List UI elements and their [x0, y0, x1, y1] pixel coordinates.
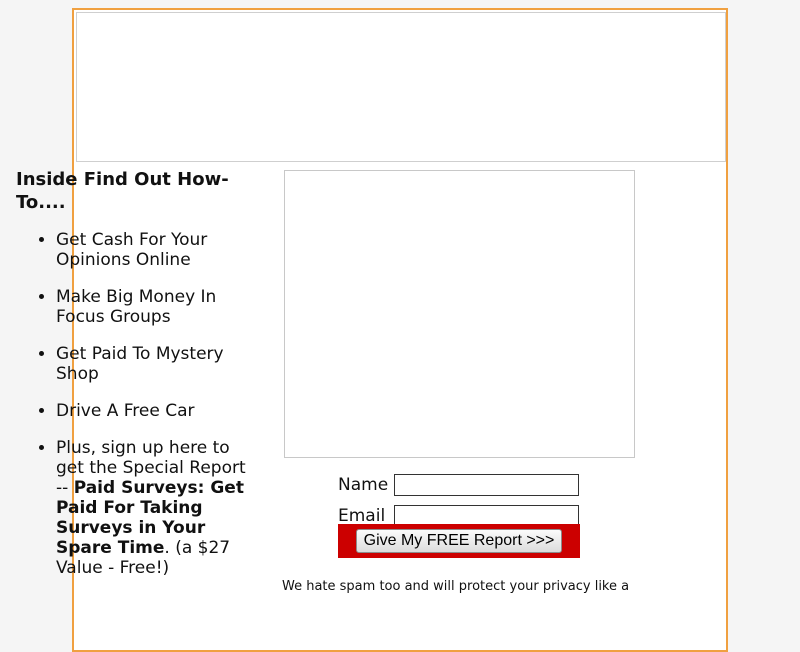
submit-button[interactable]: Give My FREE Report >>>: [356, 529, 562, 553]
benefits-heading: Inside Find Out How-To....: [16, 169, 229, 213]
list-item: Plus, sign up here to get the Special Re…: [56, 438, 256, 578]
list-item: Get Paid To Mystery Shop: [56, 344, 256, 384]
benefits-list: Get Cash For Your Opinions Online Make B…: [16, 230, 256, 578]
name-row: Name: [338, 474, 579, 496]
list-item: Make Big Money In Focus Groups: [56, 287, 256, 327]
privacy-notice: We hate spam too and will protect your p…: [282, 579, 630, 594]
name-label: Name: [338, 475, 389, 495]
name-input[interactable]: [394, 474, 579, 496]
benefits-column: Inside Find Out How-To.... Get Cash For …: [16, 168, 256, 595]
header-banner: [76, 12, 726, 162]
product-image-placeholder: [284, 170, 635, 458]
email-label: Email: [338, 506, 386, 526]
list-item: Get Cash For Your Opinions Online: [56, 230, 256, 270]
submit-container: Give My FREE Report >>>: [338, 524, 580, 558]
list-item: Drive A Free Car: [56, 401, 256, 421]
